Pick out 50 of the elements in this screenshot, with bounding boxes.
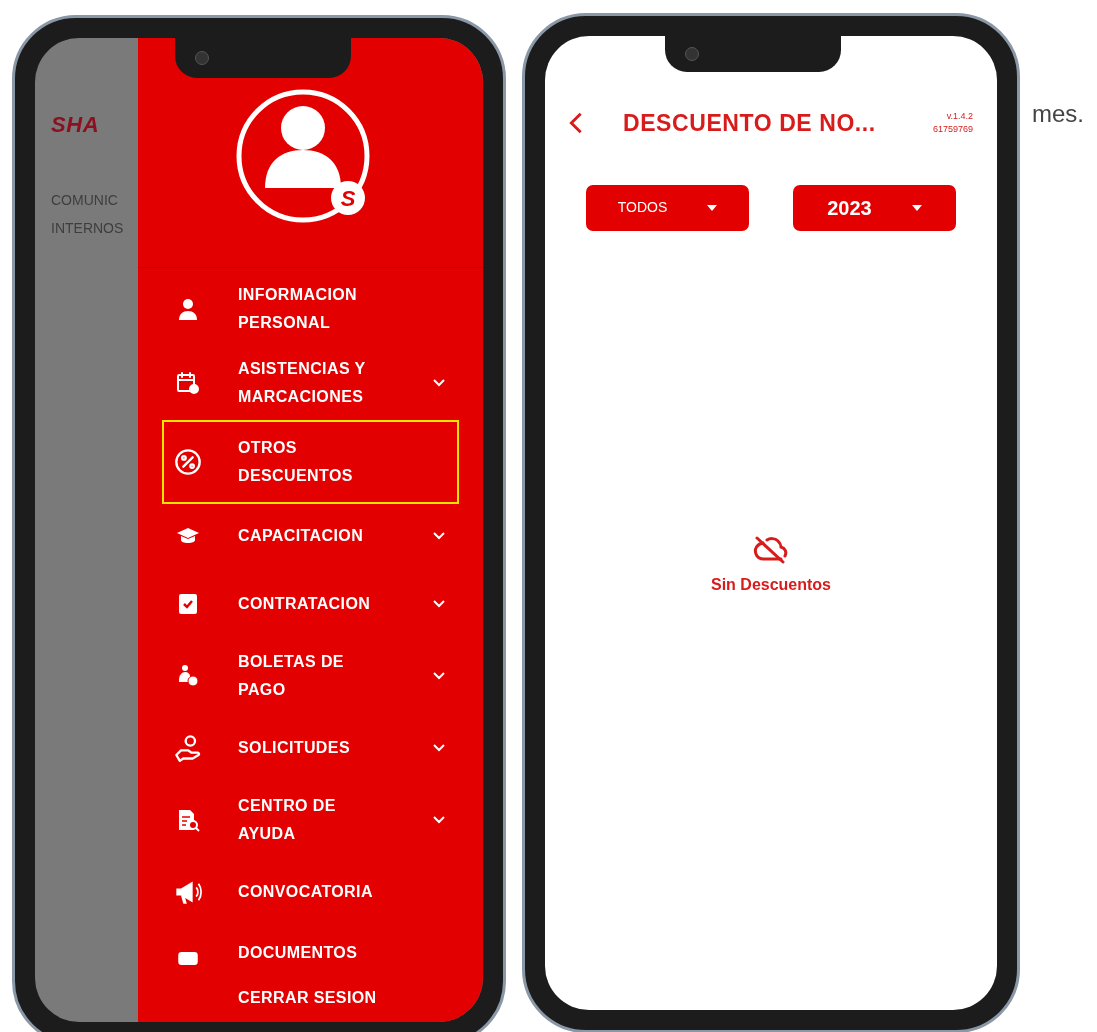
empty-state-message: Sin Descuentos <box>711 574 831 595</box>
menu-item[interactable]: CONTRATACION <box>162 568 459 640</box>
camera-icon <box>195 51 209 65</box>
chevron-down-icon[interactable] <box>433 744 445 752</box>
menu-label: CONVOCATORIA <box>238 882 374 902</box>
menu-label: CENTRO DE AYUDA <box>238 796 337 844</box>
chevron-down-icon[interactable] <box>433 816 445 824</box>
menu-item[interactable]: INFORMACION PERSONAL <box>162 272 459 346</box>
menu-item[interactable]: ASISTENCIAS Y MARCACIONES <box>162 346 459 420</box>
document-icon <box>178 951 198 965</box>
menu-label: ASISTENCIAS Y MARCACIONES <box>238 359 367 407</box>
menu-item[interactable]: CONVOCATORIA <box>162 856 459 928</box>
menu-item[interactable]: CERRAR SESION <box>162 978 459 1018</box>
caret-down-icon <box>707 204 718 211</box>
id-number: 61759769 <box>932 123 973 137</box>
menu-label: CAPACITACION <box>238 526 365 546</box>
menu-label: OTROS DESCUENTOS <box>238 438 354 486</box>
page-title: DESCUENTO DE NO... <box>623 109 876 138</box>
chevron-down-icon[interactable] <box>433 532 445 540</box>
document-search-icon <box>176 808 200 832</box>
menu-label: CONTRATACION <box>238 594 372 614</box>
filter-dropdown[interactable]: TODOS <box>586 184 749 231</box>
calendar-clock-icon <box>176 371 200 395</box>
menu-item[interactable]: CENTRO DE AYUDA <box>162 784 459 856</box>
version-text: v.1.4.2 <box>946 110 973 124</box>
filter-dropdown[interactable]: 2023 <box>793 184 956 231</box>
menu-label: SOLICITUDES <box>238 738 351 758</box>
camera-icon <box>685 47 699 61</box>
menu-item[interactable]: DOCUMENTOS <box>162 928 459 978</box>
chevron-down-icon[interactable] <box>433 600 445 608</box>
caret-down-icon <box>911 204 922 211</box>
logo-text: SHA <box>51 111 101 139</box>
menu-item[interactable]: CAPACITACION <box>162 504 459 568</box>
menu-label: INFORMACION PERSONAL <box>238 285 359 333</box>
chevron-down-icon[interactable] <box>433 379 445 387</box>
hand-coin-icon <box>174 734 202 762</box>
chevron-down-icon[interactable] <box>433 672 445 680</box>
menu-label: BOLETAS DE PAGO <box>238 652 345 700</box>
menu-item[interactable]: BOLETAS DE PAGO <box>162 640 459 712</box>
clipboard-check-icon <box>176 592 200 616</box>
menu-item[interactable]: SOLICITUDES <box>162 712 459 784</box>
person-coin-icon <box>176 664 200 688</box>
person-icon <box>176 297 200 321</box>
menu-label: INTERNOS <box>51 219 125 238</box>
percent-circle-icon <box>174 448 202 476</box>
caption-text: mes. <box>1032 99 1084 129</box>
menu-label: COMUNIC <box>51 191 119 210</box>
menu-item[interactable]: OTROS DESCUENTOS <box>162 420 459 504</box>
menu-label: DOCUMENTOS <box>238 943 359 963</box>
menu-label: CERRAR SESION <box>238 988 378 1008</box>
